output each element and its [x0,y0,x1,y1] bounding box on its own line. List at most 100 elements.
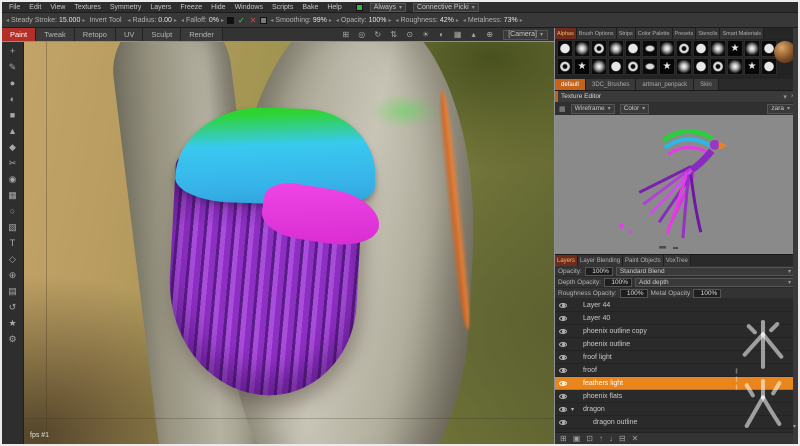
visibility-eye-icon[interactable] [557,352,569,363]
alphas-panel-tab[interactable]: Presets [673,28,697,39]
layer-row[interactable]: ▾ dragon [555,403,798,416]
increment-icon[interactable]: ▸ [174,17,177,24]
favorites-tool[interactable]: ★ [5,317,21,329]
brush-param[interactable]: ◂ Steady Stroke: 15.000 ▸ [6,17,85,24]
cancel-icon[interactable]: ✕ [250,16,257,25]
primary-color-swatch[interactable] [227,17,234,24]
layers-panel-tab[interactable]: Layer Blending [578,255,623,266]
increment-icon[interactable]: ▸ [520,17,523,24]
layer-row[interactable]: ▾ froof light [555,351,798,364]
move-layer-up-icon[interactable]: ↑ [599,434,603,443]
smudge-tool[interactable]: ◐ [5,93,21,105]
alpha-brush-thumb[interactable]: ★ [727,40,743,57]
wireframe-icon[interactable]: ▦ [452,30,463,39]
text-tool[interactable]: T [5,237,21,249]
metal-opacity-input[interactable]: 100% [693,289,721,298]
history-tool[interactable]: ↺ [5,301,21,313]
add-tool[interactable]: ⊕ [5,269,21,281]
alphas-panel-tab[interactable]: Alphas [555,28,577,39]
menu-item[interactable]: Symmetry [106,4,146,11]
delete-layer-icon[interactable]: ✕ [632,434,639,443]
visibility-eye-icon[interactable] [557,300,569,311]
alphas-panel-tab[interactable]: Brush Options [577,28,617,39]
menu-item[interactable]: Windows [231,4,267,11]
new-folder-icon[interactable]: ▣ [573,434,581,443]
alpha-brush-thumb[interactable] [727,58,743,75]
hatch-tool[interactable]: ▧ [5,221,21,233]
duplicate-layer-icon[interactable]: ⊡ [586,434,593,443]
secondary-color-swatch[interactable] [260,17,267,24]
scroll-down-icon[interactable]: ▾ [793,423,796,430]
spline-tool[interactable]: ◆ [5,141,21,153]
viewport-3d[interactable]: fps #1 [24,42,554,444]
visibility-eye-icon[interactable] [557,313,569,324]
layers-panel-tab[interactable]: VoxTree [664,255,691,266]
increment-icon[interactable]: ▸ [82,17,85,24]
room-tab[interactable]: Sculpt [143,28,181,41]
alpha-library-tab[interactable]: 3DC_Brushes [586,79,636,90]
brush-color-swatch-icon[interactable] [356,4,363,11]
layer-row[interactable]: ▾ phoenix outline copy [555,325,798,338]
menu-item[interactable]: Help [323,4,345,11]
wireframe-dropdown[interactable]: Wireframe▾ [571,104,615,114]
increment-icon[interactable]: ▸ [388,17,391,24]
decrement-icon[interactable]: ◂ [395,17,398,24]
confirm-icon[interactable]: ✓ [238,16,245,25]
orbit-icon[interactable]: ⊙ [404,30,415,39]
brush-param[interactable]: ◂ Radius: 0.00 ▸ [128,17,177,24]
alpha-brush-thumb[interactable] [659,40,675,57]
alpha-brush-thumb[interactable] [693,40,709,57]
alpha-library-tab[interactable]: artman_penpack [636,79,694,90]
shade-icon[interactable]: ◐ [436,30,447,39]
light-icon[interactable]: ☀ [420,30,431,39]
layers-panel-tab[interactable]: Paint Objects [623,255,664,266]
decrement-icon[interactable]: ◂ [463,17,466,24]
visibility-eye-icon[interactable] [557,404,569,415]
room-tab[interactable]: UV [116,28,143,41]
decrement-icon[interactable]: ◂ [128,17,131,24]
visibility-eye-icon[interactable] [557,365,569,376]
alpha-brush-thumb[interactable]: ★ [744,58,760,75]
airbrush-tool[interactable]: ○ [5,205,21,217]
curve-tool[interactable]: ◇ [5,253,21,265]
room-tab[interactable]: Tweak [36,28,75,41]
settings-tool[interactable]: ⚙ [5,333,21,345]
camera-dropdown[interactable]: [Camera]▾ [503,30,548,40]
increment-icon[interactable]: ▸ [329,17,332,24]
layer-opacity-input[interactable]: 100% [585,267,613,276]
pattern-tool[interactable]: ▤ [5,285,21,297]
alpha-brush-thumb[interactable] [625,40,641,57]
brush-param[interactable]: ◂ Metalness: 73% ▸ [463,17,523,24]
alpha-brush-thumb[interactable] [591,40,607,57]
menu-item[interactable]: Scripts [268,4,297,11]
layer-row[interactable]: ▾ phoenix flats [555,390,798,403]
depth-mode-dropdown[interactable]: Add depth▾ [635,278,795,287]
fill-tool[interactable]: ■ [5,109,21,121]
decrement-icon[interactable]: ◂ [181,17,184,24]
layer-row[interactable]: ▾ froof [555,364,798,377]
group-caret-icon[interactable]: ▾ [571,406,579,413]
texture-editor-canvas[interactable] [555,115,798,254]
layer-row[interactable]: ▾ dragon outline [555,416,798,429]
room-tab[interactable]: Retopo [75,28,116,41]
grid-icon[interactable]: ⊞ [340,30,351,39]
tex-options-icon[interactable]: ▦ [559,105,566,113]
alpha-brush-thumb[interactable] [557,40,573,57]
menu-item[interactable]: Textures [70,4,104,11]
menu-item[interactable]: View [46,4,69,11]
blend-mode-dropdown[interactable]: Standard Blend▾ [616,267,795,276]
decrement-icon[interactable]: ◂ [6,17,9,24]
cut-tool[interactable]: ✂ [5,157,21,169]
alpha-brush-thumb[interactable]: ★ [659,58,675,75]
alpha-brush-thumb[interactable] [608,40,624,57]
alpha-brush-thumb[interactable] [710,58,726,75]
brush-param[interactable]: ◂ Invert Tool ▸ [89,17,123,24]
layers-panel-tab[interactable]: Layers [555,255,578,266]
alpha-brush-thumb[interactable] [625,58,641,75]
brush-param[interactable]: ◂ Roughness: 42% ▸ [395,17,458,24]
layer-row[interactable]: ▾ Layer 44 [555,299,798,312]
alpha-library-tab[interactable]: default [555,79,586,90]
texture-channel-dropdown[interactable]: Color▾ [620,104,650,114]
menu-item[interactable]: Edit [25,4,45,11]
alpha-brush-thumb[interactable]: ★ [574,58,590,75]
